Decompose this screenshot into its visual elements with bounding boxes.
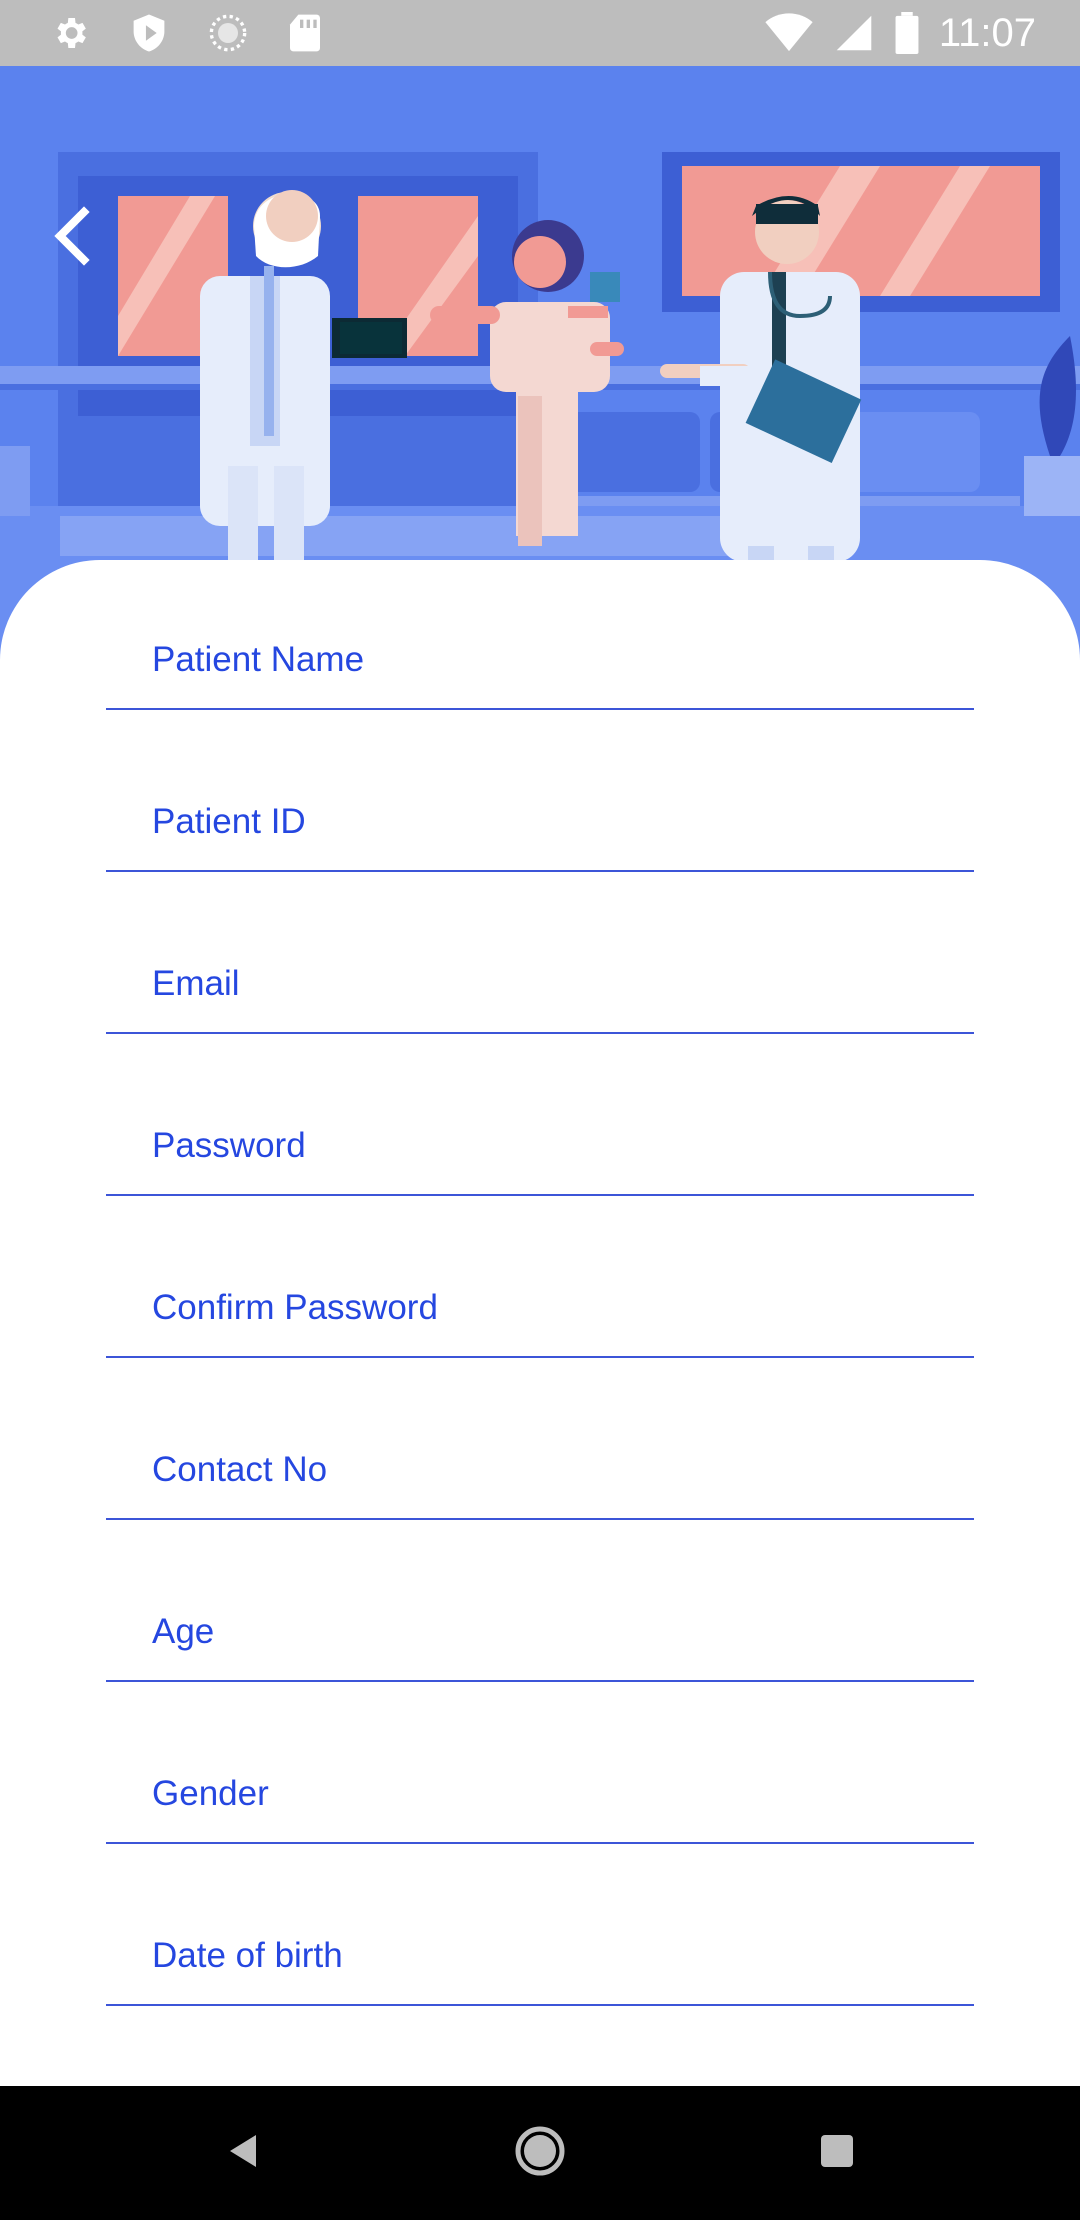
status-time: 11:07 bbox=[938, 10, 1036, 55]
sd-card-icon bbox=[288, 13, 322, 53]
registration-screen: 11:07 Patient Name Patient ID Email Pass… bbox=[0, 0, 1080, 2220]
contact-no-label: Contact No bbox=[152, 1450, 328, 1489]
settings-icon bbox=[50, 13, 90, 53]
status-bar: 11:07 bbox=[0, 0, 1080, 66]
loading-icon bbox=[208, 13, 248, 53]
back-button[interactable] bbox=[52, 206, 102, 276]
gender-label: Gender bbox=[152, 1774, 269, 1813]
status-left-icons bbox=[50, 13, 362, 53]
signal-icon bbox=[835, 13, 873, 53]
patient-id-label: Patient ID bbox=[152, 802, 306, 841]
age-field[interactable]: Age bbox=[106, 1582, 974, 1682]
status-right-icons: 11:07 bbox=[743, 11, 1036, 56]
patient-name-label: Patient Name bbox=[152, 640, 365, 679]
confirm-password-label: Confirm Password bbox=[152, 1288, 438, 1327]
age-label: Age bbox=[152, 1612, 215, 1651]
patient-id-field[interactable]: Patient ID bbox=[106, 772, 974, 872]
date-of-birth-field[interactable]: Date of birth bbox=[106, 1906, 974, 2006]
wifi-icon bbox=[765, 13, 813, 53]
patient-name-field[interactable]: Patient Name bbox=[106, 610, 974, 710]
confirm-password-field[interactable]: Confirm Password bbox=[106, 1258, 974, 1358]
play-protect-icon bbox=[130, 13, 168, 53]
back-nav-button[interactable] bbox=[182, 2086, 302, 2220]
email-field[interactable]: Email bbox=[106, 934, 974, 1034]
gender-field[interactable]: Gender bbox=[106, 1744, 974, 1844]
recents-nav-icon bbox=[819, 2133, 855, 2174]
recents-nav-button[interactable] bbox=[777, 2086, 897, 2220]
navigation-bar bbox=[0, 2086, 1080, 2220]
battery-icon bbox=[895, 12, 919, 54]
password-field[interactable]: Password bbox=[106, 1096, 974, 1196]
password-label: Password bbox=[152, 1126, 306, 1165]
registration-form: Patient Name Patient ID Email Password C… bbox=[0, 560, 1080, 2086]
back-nav-icon bbox=[224, 2131, 260, 2176]
home-nav-button[interactable] bbox=[480, 2086, 600, 2220]
email-label: Email bbox=[152, 964, 240, 1003]
home-nav-icon bbox=[514, 2125, 566, 2182]
contact-no-field[interactable]: Contact No bbox=[106, 1420, 974, 1520]
date-of-birth-label: Date of birth bbox=[152, 1936, 343, 1975]
